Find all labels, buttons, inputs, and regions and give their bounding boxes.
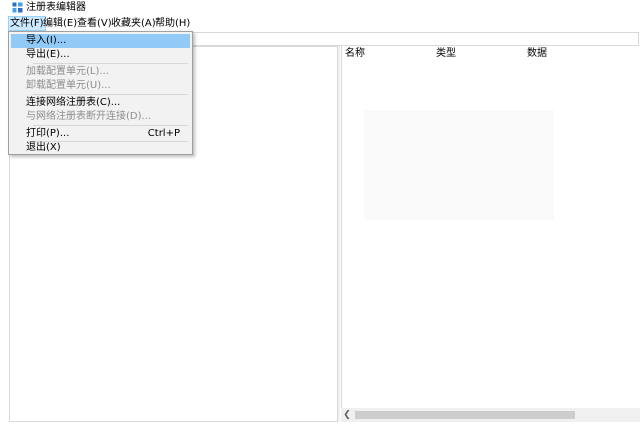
menu-item-label: 退出(X) [26, 142, 61, 153]
menu-view[interactable]: 查看(V) [76, 17, 113, 30]
menu-separator [33, 125, 188, 126]
menu-item-connect-network-registry[interactable]: 连接网络注册表(C)... [11, 96, 190, 110]
menu-item-label: 卸载配置单元(U)... [26, 80, 111, 91]
menu-item-label: 连接网络注册表(C)... [26, 97, 121, 108]
empty-list-area [364, 110, 554, 220]
menu-item-label: 导出(E)... [26, 49, 70, 60]
menu-favorites[interactable]: 收藏夹(A) [110, 17, 157, 30]
scrollbar-thumb[interactable] [355, 411, 575, 419]
value-list-pane[interactable]: 名称 类型 数据 [341, 46, 638, 422]
menu-separator [33, 63, 188, 64]
menu-item-disconnect-network-registry: 与网络注册表断开连接(D)... [11, 110, 190, 124]
menu-item-label: 打印(P)... [26, 128, 70, 139]
scroll-left-icon[interactable]: ❮ [341, 408, 353, 422]
column-header-data[interactable]: 数据 [527, 47, 547, 60]
menu-item-unload-hive: 卸载配置单元(U)... [11, 79, 190, 93]
regedit-icon [12, 2, 23, 13]
registry-editor-window: 注册表编辑器 文件(F) 编辑(E) 查看(V) 收藏夹(A) 帮助(H) 名称… [0, 0, 640, 425]
menu-bar: 文件(F) 编辑(E) 查看(V) 收藏夹(A) 帮助(H) [0, 16, 640, 31]
menu-file[interactable]: 文件(F) [8, 16, 46, 31]
horizontal-scrollbar[interactable]: ❮ [341, 408, 640, 422]
column-header-name[interactable]: 名称 [345, 47, 365, 60]
menu-item-shortcut: Ctrl+P [147, 128, 180, 139]
menu-item-load-hive: 加载配置单元(L)... [11, 65, 190, 79]
menu-separator [33, 94, 188, 95]
title-bar: 注册表编辑器 [0, 0, 640, 16]
menu-item-print[interactable]: 打印(P)... Ctrl+P [11, 127, 190, 141]
menu-item-label: 加载配置单元(L)... [26, 66, 109, 77]
menu-item-export[interactable]: 导出(E)... [11, 48, 190, 62]
menu-item-exit[interactable]: 退出(X) [11, 141, 190, 155]
menu-item-label: 与网络注册表断开连接(D)... [26, 111, 152, 122]
column-header-type[interactable]: 类型 [436, 47, 456, 60]
window-title: 注册表编辑器 [26, 2, 86, 13]
menu-edit[interactable]: 编辑(E) [42, 17, 78, 30]
pane-splitter[interactable] [338, 46, 340, 422]
menu-item-import[interactable]: 导入(I)... [11, 34, 190, 48]
menu-help[interactable]: 帮助(H) [154, 17, 191, 30]
menu-item-label: 导入(I)... [26, 35, 67, 46]
file-menu-dropdown: 导入(I)... 导出(E)... 加载配置单元(L)... 卸载配置单元(U)… [8, 31, 193, 155]
